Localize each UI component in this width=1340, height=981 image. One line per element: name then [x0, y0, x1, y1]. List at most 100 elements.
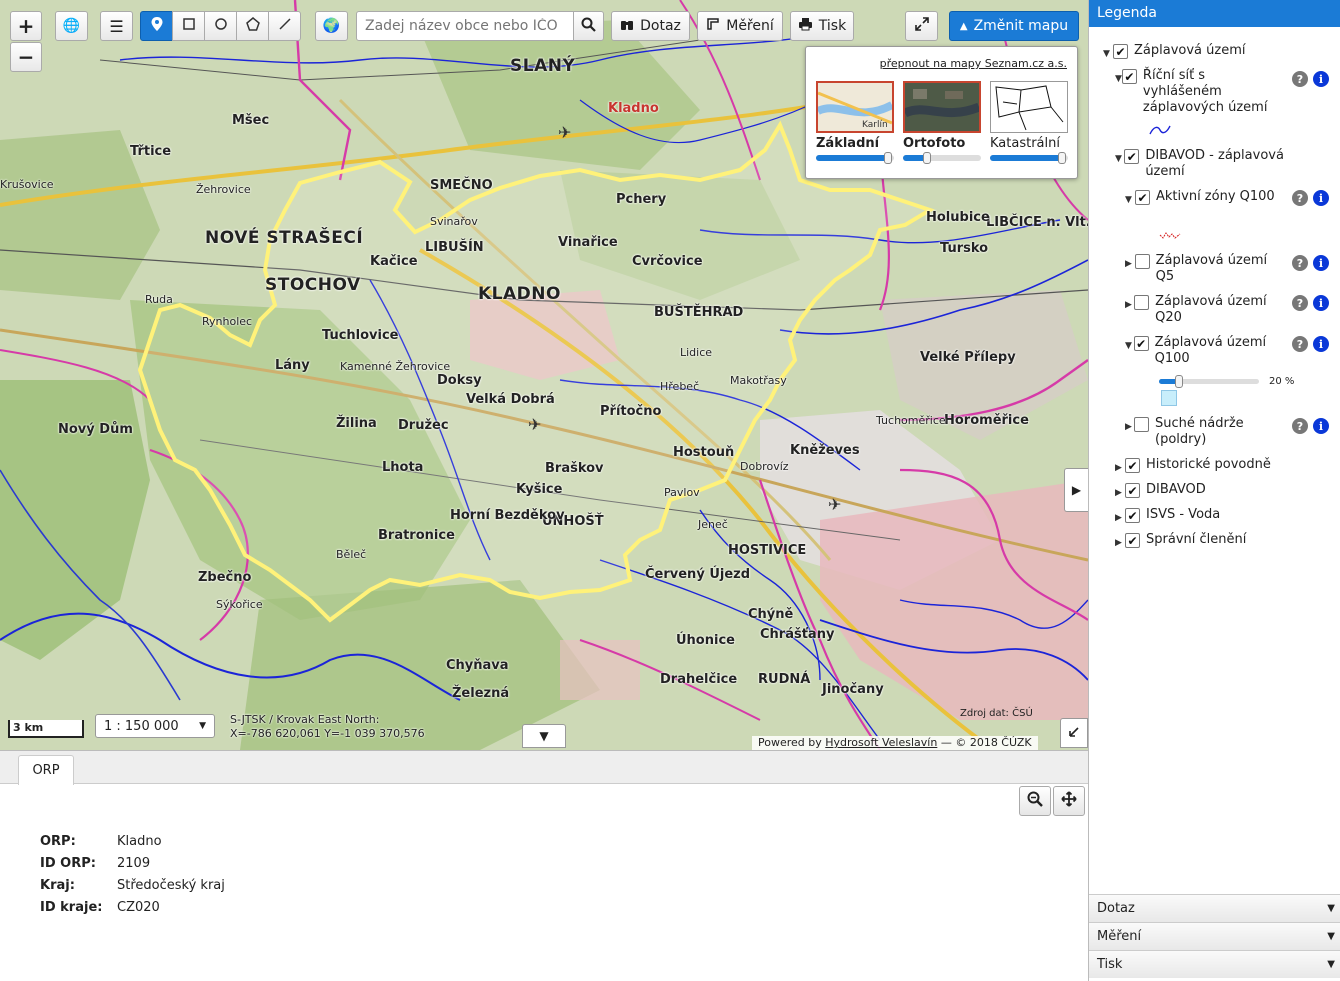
layer-checkbox[interactable] — [1134, 295, 1150, 310]
layer-checkbox[interactable]: ✔ — [1113, 44, 1128, 59]
basemap-option-katastralni[interactable]: Katastrální — [990, 81, 1068, 164]
legend-item-dibavod-zaplavova[interactable]: ▼ ✔ DIBAVOD - záplavová území — [1115, 148, 1315, 180]
layer-checkbox[interactable]: ✔ — [1135, 190, 1150, 205]
basemap-option-zakladni[interactable]: Karlín Základní — [816, 81, 894, 164]
info-icon[interactable]: i — [1313, 255, 1329, 271]
help-icon[interactable]: ? — [1292, 71, 1308, 87]
info-icon[interactable]: i — [1313, 71, 1329, 87]
print-button[interactable]: Tisk — [790, 11, 854, 41]
legend-item-spravni-cleneni[interactable]: ▶ ✔ Správní členění — [1115, 532, 1246, 551]
layers-globe-button[interactable]: 🌍 — [315, 11, 348, 41]
scale-select[interactable]: 1 : 150 000 ▼ — [95, 714, 215, 738]
legend-item-zaplavova-uzemi[interactable]: ▼ ✔ Záplavová území — [1103, 43, 1245, 62]
caret-right-icon[interactable]: ▶ — [1115, 460, 1125, 476]
layer-checkbox[interactable]: ✔ — [1125, 508, 1140, 523]
caret-down-icon[interactable]: ▼ — [1125, 338, 1134, 354]
caret-right-icon[interactable]: ▶ — [1115, 535, 1125, 551]
toggle-bottom-panel-button[interactable]: ▼ — [522, 724, 566, 748]
layer-checkbox[interactable]: ✔ — [1133, 336, 1149, 351]
attribute-key: ID ORP: — [40, 855, 96, 871]
accordion-label: Dotaz — [1097, 901, 1135, 916]
caret-right-icon[interactable]: ▶ — [1115, 510, 1125, 526]
legend-item-q100[interactable]: ▼ ✔ Záplavová území Q100 — [1125, 335, 1285, 367]
basemap-option-ortofoto[interactable]: Ortofoto — [903, 81, 981, 164]
query-button[interactable]: Dotaz — [611, 11, 690, 41]
zoom-in-button[interactable]: + — [10, 11, 42, 41]
layer-checkbox[interactable]: ✔ — [1125, 483, 1140, 498]
line-icon — [278, 17, 292, 35]
overview-map-button[interactable] — [1060, 718, 1088, 748]
measure-button[interactable]: Měření — [697, 11, 783, 41]
rectangle-tool-button[interactable] — [172, 11, 205, 41]
attribution-prefix: Powered by — [758, 736, 826, 749]
opacity-slider[interactable] — [816, 152, 894, 164]
legend-item-q20[interactable]: ▶ Záplavová území Q20 — [1125, 294, 1285, 326]
opacity-slider[interactable] — [903, 152, 981, 164]
feature-attributes: ORP: Kladno ID ORP: 2109 Kraj: Středočeský … — [40, 830, 225, 918]
expand-icon — [914, 17, 929, 35]
info-icon[interactable]: i — [1313, 336, 1329, 352]
legend-item-historicke-povodne[interactable]: ▶ ✔ Historické povodně — [1115, 457, 1271, 476]
accordion-tisk[interactable]: Tisk ▼ — [1089, 950, 1340, 978]
circle-tool-button[interactable] — [204, 11, 237, 41]
basemap-label: Základní — [816, 136, 880, 151]
q100-fill-swatch — [1161, 390, 1177, 406]
map-canvas[interactable]: ✈ ✈ ✈ KLADNO SLANÝ SMEČNO BUŠTĚHRAD UNHO… — [0, 0, 1088, 750]
caret-down-icon[interactable]: ▼ — [1115, 71, 1122, 87]
caret-right-icon[interactable]: ▶ — [1125, 297, 1134, 313]
accordion-label: Tisk — [1097, 957, 1123, 972]
caret-down-icon[interactable]: ▼ — [1125, 192, 1135, 208]
caret-down-icon: ▼ — [1327, 959, 1335, 970]
accordion-mereni[interactable]: Měření ▼ — [1089, 922, 1340, 950]
crs-label: S-JTSK / Krovak East North: — [230, 713, 380, 726]
legend-item-dibavod[interactable]: ▶ ✔ DIBAVOD — [1115, 482, 1206, 501]
accordion-dotaz[interactable]: Dotaz ▼ — [1089, 894, 1340, 922]
legend-title[interactable]: Legenda — [1089, 0, 1340, 27]
q100-opacity-slider[interactable] — [1159, 375, 1259, 388]
zoom-to-feature-button[interactable] — [1019, 786, 1051, 816]
help-icon[interactable]: ? — [1292, 295, 1308, 311]
seznam-link[interactable]: přepnout na mapy Seznam.cz a.s. — [880, 57, 1067, 70]
attribution-link[interactable]: Hydrosoft Veleslavín — [825, 736, 937, 749]
opacity-slider[interactable] — [990, 152, 1068, 164]
legend-item-ricni-sit[interactable]: ▼ ✔ Říční síť s vyhlášeném záplavových ú… — [1115, 68, 1285, 116]
globe-button[interactable]: 🌐 — [55, 11, 88, 41]
legend-item-q5[interactable]: ▶ Záplavová území Q5 — [1125, 253, 1285, 285]
globe-icon: 🌐 — [62, 18, 81, 34]
toggle-sidebar-button[interactable]: ▶ — [1064, 468, 1088, 512]
layer-checkbox[interactable]: ✔ — [1125, 533, 1140, 548]
menu-button[interactable]: ☰ — [100, 11, 133, 41]
legend-item-suche-nadrze[interactable]: ▶ Suché nádrže (poldry) — [1125, 416, 1285, 448]
change-map-button[interactable]: ▲ Změnit mapu — [949, 11, 1079, 41]
caret-down-icon[interactable]: ▼ — [1115, 151, 1124, 167]
line-tool-button[interactable] — [268, 11, 301, 41]
pan-to-feature-button[interactable] — [1053, 786, 1085, 816]
help-icon[interactable]: ? — [1292, 418, 1308, 434]
caret-down-icon[interactable]: ▼ — [1103, 46, 1113, 62]
layer-checkbox[interactable]: ✔ — [1125, 458, 1140, 473]
help-icon[interactable]: ? — [1292, 190, 1308, 206]
legend-item-isvs-voda[interactable]: ▶ ✔ ISVS - Voda — [1115, 507, 1220, 526]
layer-checkbox[interactable] — [1134, 254, 1150, 269]
fullscreen-button[interactable] — [905, 11, 938, 41]
attribute-row: Kraj: Středočeský kraj — [40, 874, 225, 896]
legend-item-aktivni-zony[interactable]: ▼ ✔ Aktivní zóny Q100 — [1125, 189, 1285, 208]
info-icon[interactable]: i — [1313, 418, 1329, 434]
caret-right-icon[interactable]: ▶ — [1115, 485, 1125, 501]
info-icon[interactable]: i — [1313, 295, 1329, 311]
help-icon[interactable]: ? — [1292, 255, 1308, 271]
polygon-tool-button[interactable] — [236, 11, 269, 41]
help-icon[interactable]: ? — [1292, 336, 1308, 352]
search-button[interactable] — [573, 11, 604, 41]
tab-orp[interactable]: ORP — [18, 755, 74, 785]
layer-checkbox[interactable] — [1134, 417, 1150, 432]
measure-label: Měření — [726, 18, 774, 34]
caret-right-icon[interactable]: ▶ — [1125, 419, 1134, 435]
caret-right-icon[interactable]: ▶ — [1125, 256, 1135, 272]
zoom-out-button[interactable]: − — [10, 42, 42, 72]
search-input[interactable] — [356, 11, 574, 41]
point-tool-button[interactable] — [140, 11, 173, 41]
layer-checkbox[interactable]: ✔ — [1124, 149, 1140, 164]
layer-checkbox[interactable]: ✔ — [1121, 69, 1137, 84]
info-icon[interactable]: i — [1313, 190, 1329, 206]
